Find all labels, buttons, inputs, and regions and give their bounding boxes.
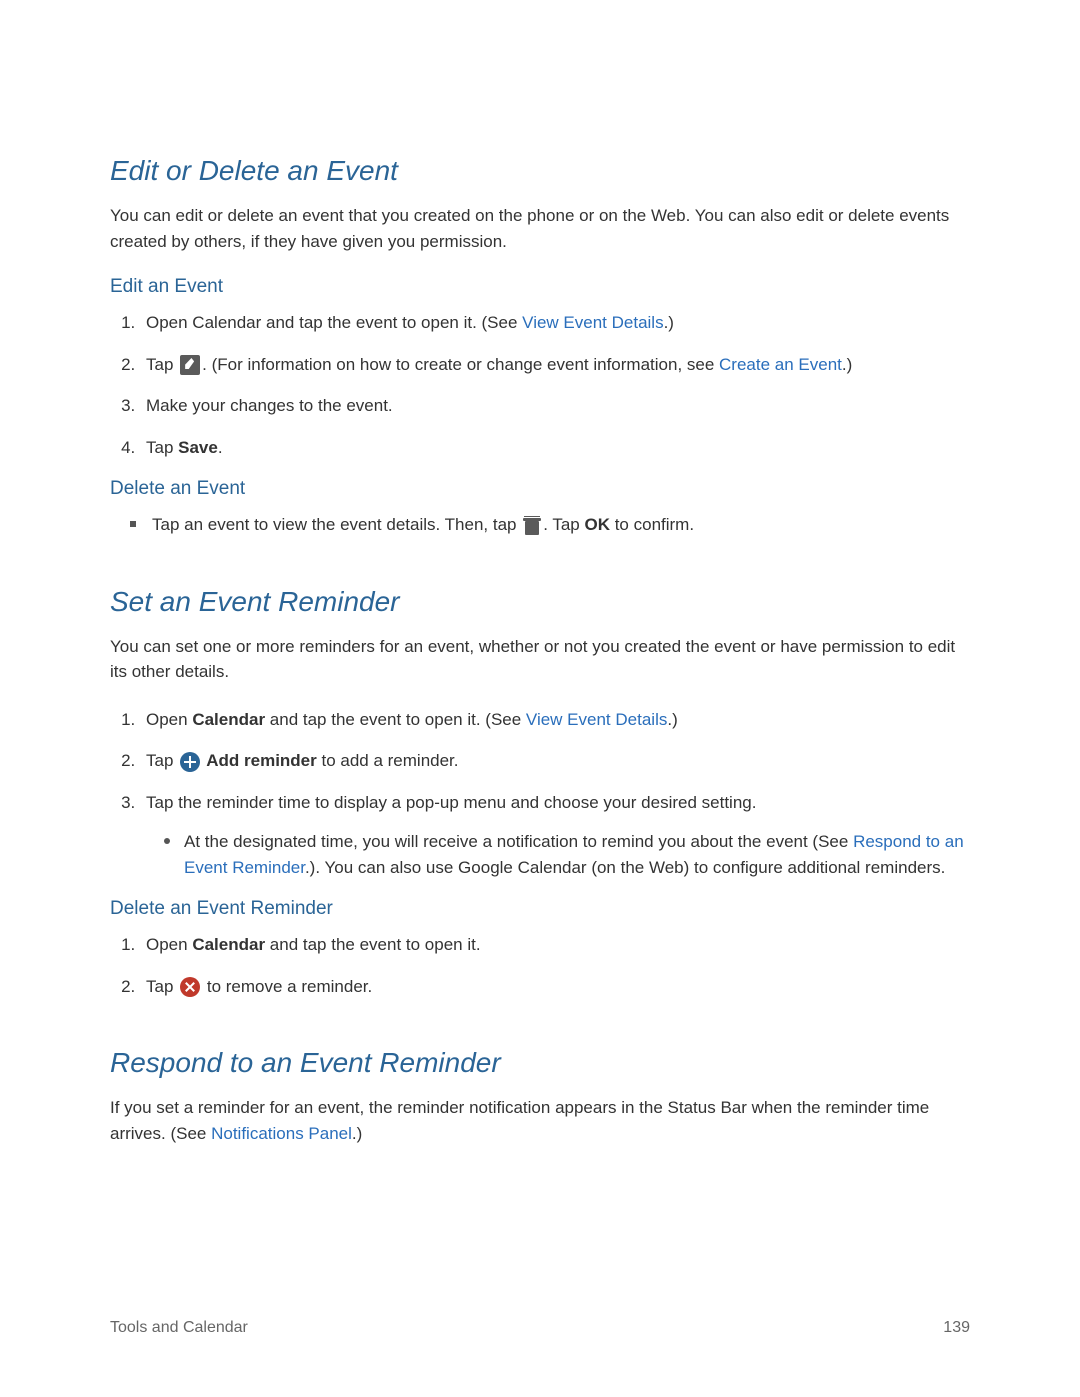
delete-reminder-step-1: Open Calendar and tap the event to open … [140,932,970,958]
page: Edit or Delete an Event You can edit or … [0,0,1080,1397]
subheading-delete-reminder: Delete an Event Reminder [110,898,970,920]
section-respond-reminder: Respond to an Event Reminder If you set … [110,1047,970,1146]
x-circle-icon [180,977,200,997]
delete-event-steps: Tap an event to view the event details. … [110,512,970,538]
link-create-event[interactable]: Create an Event [719,355,842,374]
footer-page-number: 139 [943,1319,970,1337]
link-view-event-details-2[interactable]: View Event Details [526,710,667,729]
pencil-icon [180,355,200,375]
section-edit-delete: Edit or Delete an Event You can edit or … [110,155,970,538]
delete-event-bullet: Tap an event to view the event details. … [140,512,970,538]
intro-respond-reminder: If you set a reminder for an event, the … [110,1095,970,1146]
edit-step-3: Make your changes to the event. [140,393,970,419]
reminder-sub-bullets: At the designated time, you will receive… [146,829,970,880]
page-footer: Tools and Calendar 139 [110,1319,970,1337]
heading-edit-delete: Edit or Delete an Event [110,155,970,187]
intro-edit-delete: You can edit or delete an event that you… [110,203,970,254]
reminder-step-3: Tap the reminder time to display a pop-u… [140,790,970,881]
heading-respond-reminder: Respond to an Event Reminder [110,1047,970,1079]
edit-step-2: Tap . (For information on how to create … [140,352,970,378]
edit-event-steps: Open Calendar and tap the event to open … [110,310,970,460]
link-view-event-details[interactable]: View Event Details [522,313,663,332]
edit-step-1: Open Calendar and tap the event to open … [140,310,970,336]
edit-step-4: Tap Save. [140,435,970,461]
reminder-step-1: Open Calendar and tap the event to open … [140,707,970,733]
subheading-delete-event: Delete an Event [110,478,970,500]
footer-section-name: Tools and Calendar [110,1319,248,1337]
intro-set-reminder: You can set one or more reminders for an… [110,634,970,685]
reminder-step-2: Tap Add reminder to add a reminder. [140,748,970,774]
trash-icon [523,516,541,536]
heading-set-reminder: Set an Event Reminder [110,586,970,618]
delete-reminder-step-2: Tap to remove a reminder. [140,974,970,1000]
delete-reminder-steps: Open Calendar and tap the event to open … [110,932,970,999]
subheading-edit-event: Edit an Event [110,276,970,298]
plus-icon [180,752,200,772]
set-reminder-steps: Open Calendar and tap the event to open … [110,707,970,881]
link-notifications-panel[interactable]: Notifications Panel [211,1124,352,1143]
section-set-reminder: Set an Event Reminder You can set one or… [110,586,970,1000]
reminder-sub-bullet: At the designated time, you will receive… [174,829,970,880]
